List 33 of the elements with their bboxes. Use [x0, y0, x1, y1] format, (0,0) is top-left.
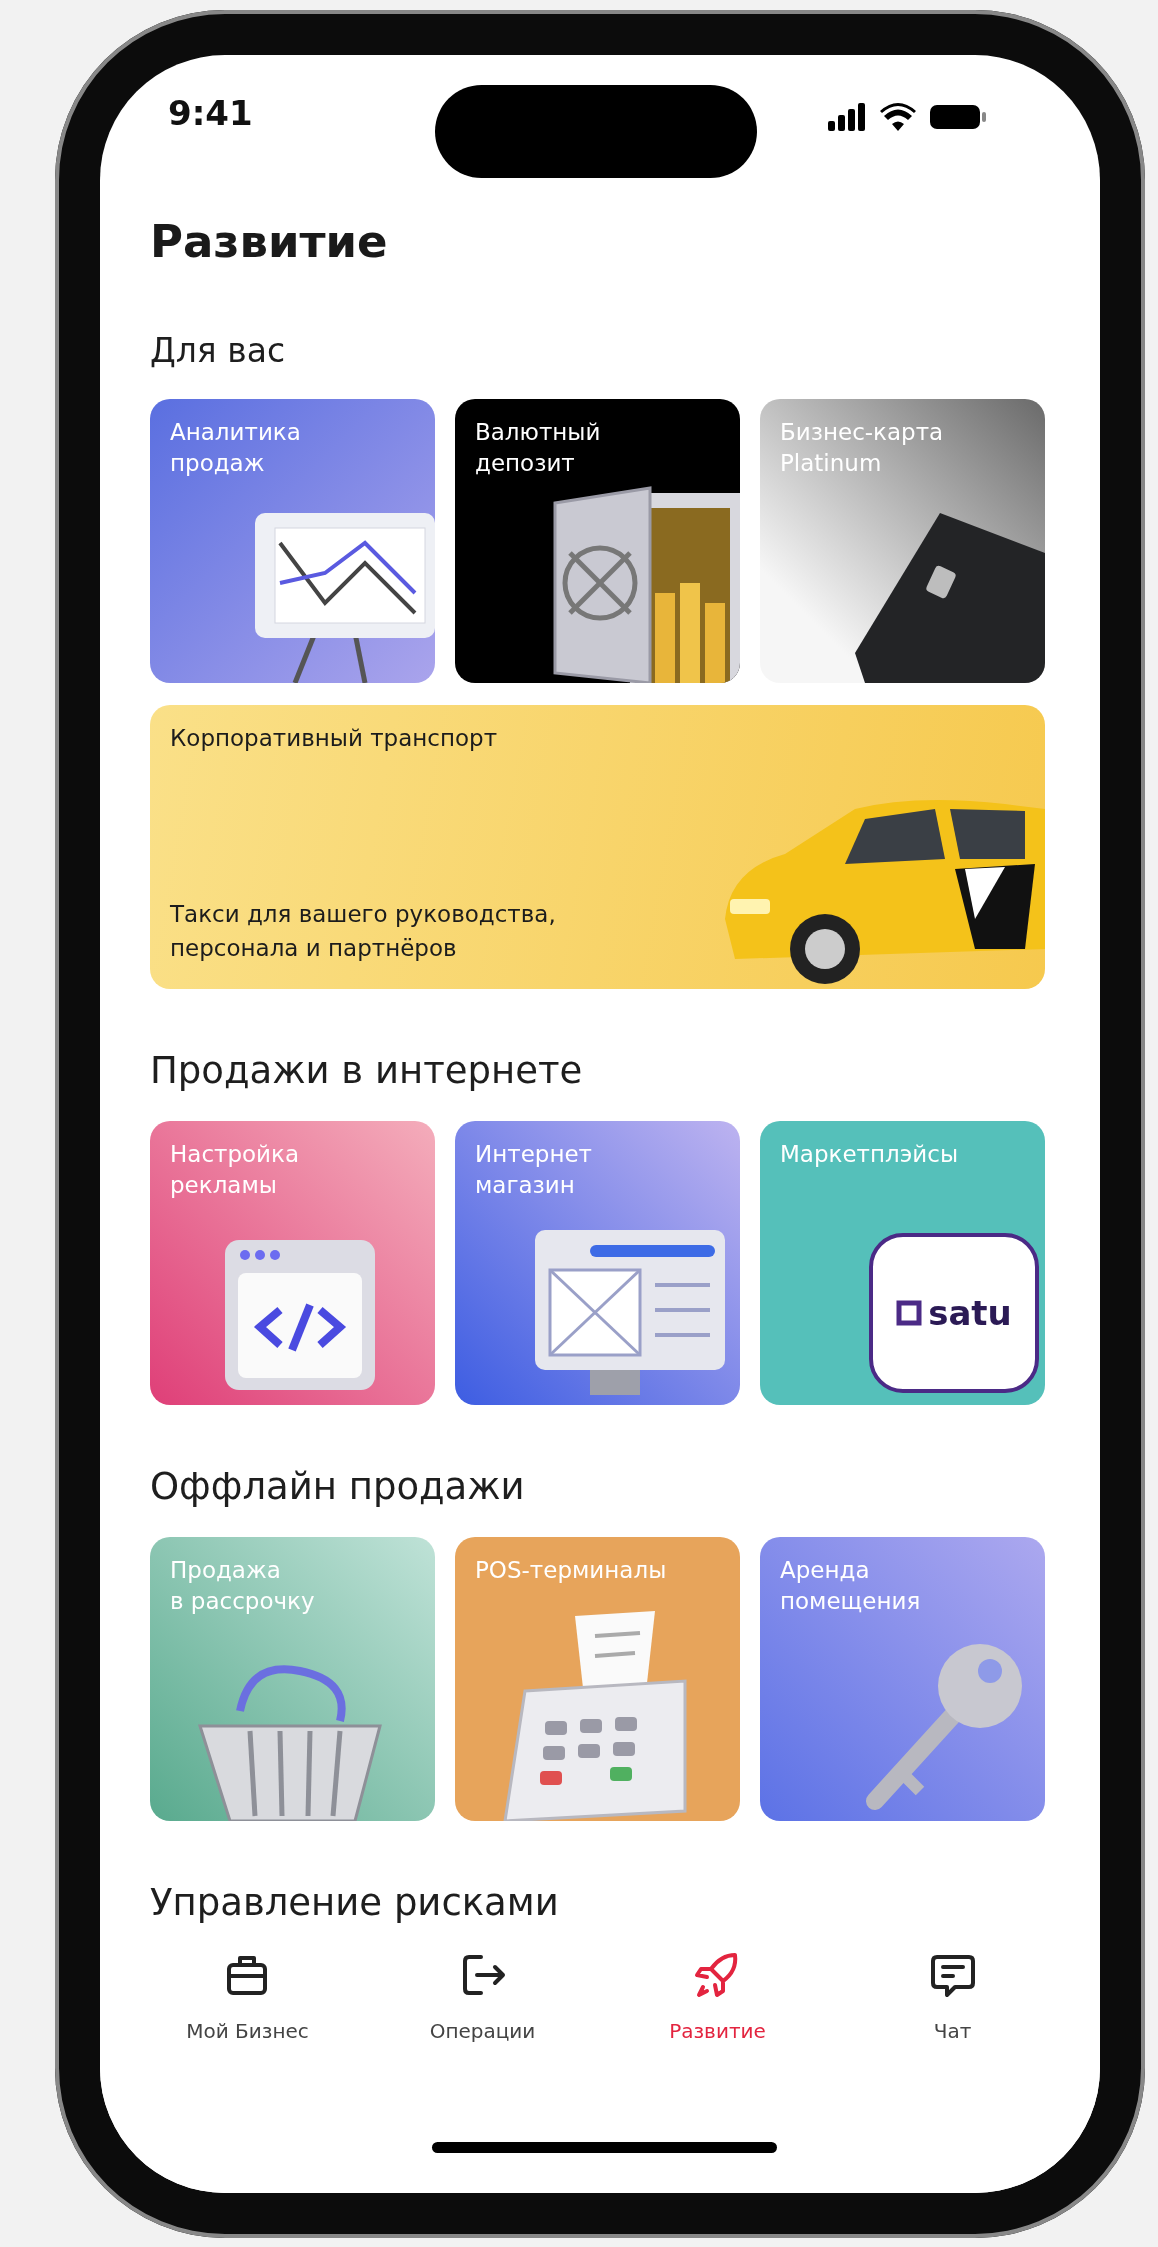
tile-label: Валютный депозит: [475, 418, 602, 478]
section-heading: Оффлайн продажи: [150, 1465, 526, 1509]
tile-label: Аренда помещения: [780, 1556, 922, 1616]
square-icon: [896, 1300, 923, 1326]
tile-label: Продажа в рассрочку: [170, 1556, 316, 1616]
tile-label: Корпоративный транспорт: [170, 724, 499, 753]
tile-label: Настройка рекламы: [170, 1140, 301, 1200]
service-tile[interactable]: Корпоративный транспорт Такси для вашего руководства, персонала и партнёров: [150, 705, 1045, 989]
nav-tab[interactable]: Мой Бизнес: [180, 1943, 315, 2049]
service-tile[interactable]: Валютный депозит: [455, 399, 740, 683]
tile-label: Интернет магазин: [475, 1140, 593, 1200]
tile-label: Аналитика продаж: [170, 418, 302, 478]
tile-description: Такси для вашего руководства, персонала и партнёров: [170, 900, 556, 963]
tile-label: POS-терминалы: [475, 1556, 668, 1585]
section-heading: Для вас: [150, 330, 287, 372]
service-tile[interactable]: Интернет магазин: [455, 1121, 740, 1405]
section-heading: Управление рисками: [150, 1881, 560, 1923]
section-heading: Продажи в интернете: [150, 1049, 584, 1093]
nav-tab[interactable]: Чат: [920, 1943, 985, 2049]
tile-label: Бизнес-карта Platinum: [780, 418, 945, 478]
logo-text: satu: [928, 1293, 1012, 1333]
tile-label: Маркетплэйсы: [780, 1140, 960, 1169]
battery-icon: [930, 103, 986, 131]
status-time: 9:41: [168, 93, 253, 133]
service-tile[interactable]: Настройка рекламы: [150, 1121, 435, 1405]
service-tile[interactable]: Аналитика продаж: [150, 399, 435, 683]
nav-tab[interactable]: Развитие: [663, 1943, 772, 2049]
page-title: Развитие: [150, 215, 389, 269]
signal-icon: [828, 103, 868, 131]
wifi-icon: [880, 103, 916, 131]
nav-tab[interactable]: Операции: [423, 1943, 542, 2049]
service-tile[interactable]: Аренда помещения: [760, 1537, 1045, 1821]
service-tile[interactable]: Маркетплэйсы satu: [760, 1121, 1045, 1405]
